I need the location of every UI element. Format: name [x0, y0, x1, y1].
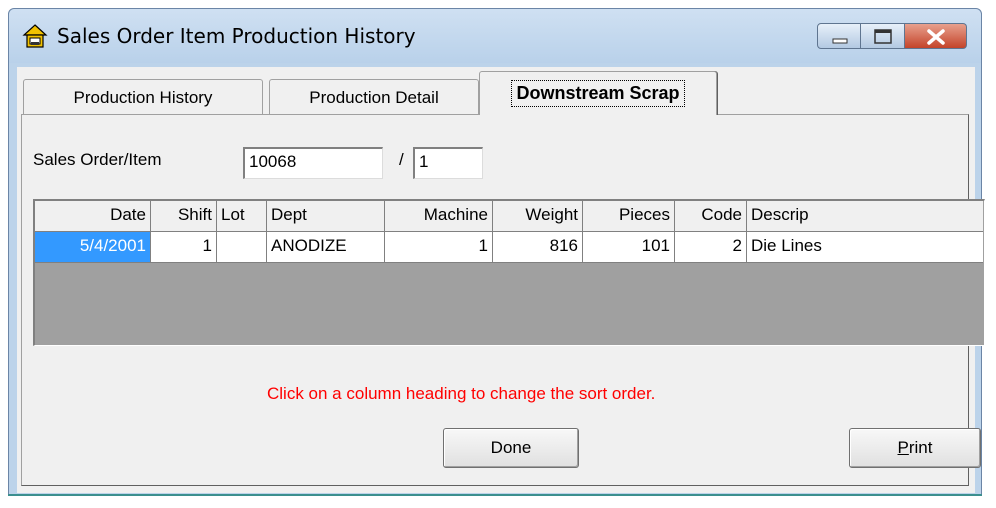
window-bottom-edge	[8, 494, 982, 496]
done-button[interactable]: Done	[443, 428, 579, 468]
house-print-icon	[22, 24, 48, 48]
column-header-code[interactable]: Code	[675, 201, 747, 231]
title-bar[interactable]: Sales Order Item Production History	[9, 9, 981, 63]
column-header-lot[interactable]: Lot	[217, 201, 267, 231]
cell-weight[interactable]: 816	[493, 232, 583, 262]
close-button[interactable]	[905, 23, 967, 49]
minimize-button[interactable]	[817, 23, 861, 49]
order-item-separator: /	[399, 150, 404, 169]
item-field[interactable]: 1	[413, 147, 483, 179]
maximize-icon	[874, 29, 892, 44]
cell-date[interactable]: 5/4/2001	[35, 232, 151, 262]
cell-dept[interactable]: ANODIZE	[267, 232, 385, 262]
print-label-rest: rint	[908, 438, 933, 457]
cell-shift[interactable]: 1	[151, 232, 217, 262]
column-header-machine[interactable]: Machine	[385, 201, 493, 231]
sort-hint-text: Click on a column heading to change the …	[267, 384, 656, 403]
cell-descrip[interactable]: Die Lines	[747, 232, 983, 262]
production-history-window: Sales Order Item Production History Prod…	[8, 8, 985, 496]
table-row[interactable]: 5/4/2001 1 ANODIZE 1 816 101 2 Die Lines	[35, 232, 983, 263]
column-header-descrip[interactable]: Descrip	[747, 201, 983, 231]
grid-header-row: Date Shift Lot Dept Machine Weight Piece…	[35, 201, 983, 232]
window-title: Sales Order Item Production History	[57, 24, 416, 48]
tab-label: Production Detail	[309, 87, 439, 107]
tab-production-detail[interactable]: Production Detail	[269, 79, 479, 115]
maximize-button[interactable]	[861, 23, 905, 49]
tab-label: Downstream Scrap	[511, 80, 685, 107]
tab-downstream-scrap[interactable]: Downstream Scrap	[479, 71, 717, 115]
tab-label: Production History	[73, 87, 213, 107]
column-header-weight[interactable]: Weight	[493, 201, 583, 231]
print-button[interactable]: Print	[849, 428, 981, 468]
cell-machine[interactable]: 1	[385, 232, 493, 262]
cell-pieces[interactable]: 101	[583, 232, 675, 262]
close-icon	[927, 29, 945, 45]
cell-code[interactable]: 2	[675, 232, 747, 262]
sales-order-item-label: Sales Order/Item	[33, 150, 162, 169]
sales-order-field[interactable]: 10068	[243, 147, 383, 179]
print-mnemonic: P	[897, 438, 909, 457]
column-header-dept[interactable]: Dept	[267, 201, 385, 231]
cell-lot[interactable]	[217, 232, 267, 262]
minimize-icon	[832, 38, 848, 44]
column-header-pieces[interactable]: Pieces	[583, 201, 675, 231]
column-header-date[interactable]: Date	[35, 201, 151, 231]
column-header-shift[interactable]: Shift	[151, 201, 217, 231]
tab-production-history[interactable]: Production History	[23, 79, 263, 115]
scrap-grid[interactable]: Date Shift Lot Dept Machine Weight Piece…	[33, 199, 985, 346]
